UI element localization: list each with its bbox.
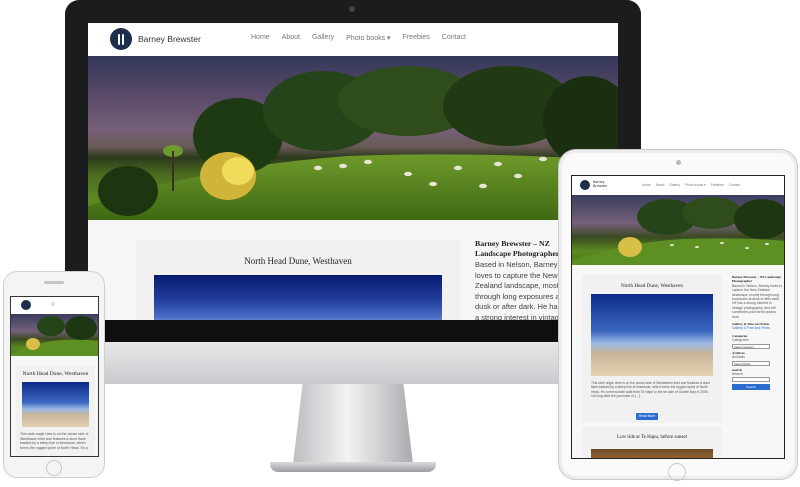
site-header: Barney Brewster Home About Gallery Photo… <box>572 176 784 194</box>
hero-image <box>11 314 98 356</box>
device-mockup-stage: Barney Brewster Home About Gallery Photo… <box>0 0 800 487</box>
tablet-frame: Barney Brewster Home About Gallery Photo… <box>558 149 798 481</box>
site-brand[interactable]: Barney Brewster <box>138 34 201 44</box>
post-card[interactable]: North Head Dune, Westhaven <box>136 240 460 320</box>
camera-icon <box>349 6 355 12</box>
nav-photo-books[interactable]: Photo books ▾ <box>685 183 706 187</box>
monitor-chin <box>65 320 641 342</box>
nav-freebies[interactable]: Freebies <box>403 34 430 42</box>
nav-home[interactable]: Home <box>251 34 270 42</box>
post-excerpt: This wide angle view is on the ocean sid… <box>591 381 711 398</box>
hero-landscape-illustration <box>88 66 618 220</box>
categories-select[interactable]: Select Category <box>732 343 770 349</box>
content-area: North Head Dune, Westhaven Barney Brewst… <box>88 220 618 320</box>
categories-label: Categories <box>732 338 749 343</box>
content-area: North Head Dune, Westhaven This wide ang… <box>11 356 98 456</box>
phone-screen: ≡ North Head Dune, Westhaven This wide a… <box>10 296 99 457</box>
read-more-button[interactable]: Read More <box>636 413 658 420</box>
nav-photo-books[interactable]: Photo books ▾ <box>346 34 390 42</box>
sidebar: Barney Brewster – NZ Landscape Photograp… <box>732 275 782 391</box>
post-card[interactable]: Low tide at Te Hapu, before sunset <box>582 427 722 458</box>
post-title[interactable]: Low tide at Te Hapu, before sunset <box>582 435 722 440</box>
sidebar-bio: Based in Nelson, Barney loves to capture… <box>732 283 782 319</box>
camera-icon <box>676 160 681 165</box>
post-card[interactable]: North Head Dune, Westhaven This wide ang… <box>16 366 95 456</box>
speaker-grille <box>44 281 64 284</box>
post-title[interactable]: North Head Dune, Westhaven <box>136 256 460 266</box>
post-card[interactable]: North Head Dune, Westhaven This wide ang… <box>582 275 722 423</box>
gallery-link[interactable]: Gallery & Fine Arts Prints <box>732 326 782 330</box>
post-title[interactable]: North Head Dune, Westhaven <box>582 283 722 289</box>
desktop-monitor-frame: Barney Brewster Home About Gallery Photo… <box>65 0 641 340</box>
search-label: Search <box>732 371 743 376</box>
hero-image <box>88 56 618 220</box>
hero-image <box>572 195 784 265</box>
nav-contact[interactable]: Contact <box>442 34 466 42</box>
home-button-icon[interactable] <box>46 460 62 476</box>
tablet-screen: Barney Brewster Home About Gallery Photo… <box>571 175 785 459</box>
nav-gallery[interactable]: Gallery <box>669 183 679 187</box>
content-area: North Head Dune, Westhaven This wide ang… <box>572 265 784 458</box>
menu-icon[interactable]: ≡ <box>51 302 55 308</box>
desktop-screen: Barney Brewster Home About Gallery Photo… <box>88 23 618 320</box>
nav-about[interactable]: About <box>656 183 665 187</box>
post-title[interactable]: North Head Dune, Westhaven <box>16 371 95 377</box>
nav-freebies[interactable]: Freebies <box>711 183 724 187</box>
search-input[interactable] <box>732 377 770 383</box>
sidebar-title: Barney Brewster – NZ Landscape Photograp… <box>475 239 560 258</box>
home-button-icon[interactable] <box>668 463 686 481</box>
monitor-base <box>270 462 436 472</box>
post-image[interactable] <box>154 275 442 320</box>
monitor-stand <box>293 384 413 464</box>
logo-icon[interactable] <box>110 28 132 50</box>
post-image[interactable] <box>591 294 713 376</box>
archives-label: Archives <box>732 355 746 360</box>
main-nav: Home About Gallery Photo books ▾ Freebie… <box>251 34 478 42</box>
sidebar-bio: Based in Nelson, Barney loves to capture… <box>475 260 565 320</box>
nav-contact[interactable]: Contact <box>729 183 740 187</box>
nav-about[interactable]: About <box>282 34 300 42</box>
logo-icon[interactable] <box>21 300 31 310</box>
archives-select[interactable]: Select Month <box>732 360 770 366</box>
post-excerpt: This wide angle view is on the ocean sid… <box>20 432 89 450</box>
site-brand[interactable]: Barney Brewster <box>593 180 615 188</box>
main-nav: Home About Gallery Photo books ▾ Freebie… <box>642 183 745 187</box>
monitor-lower-bezel <box>65 342 641 384</box>
hero-landscape-illustration <box>11 316 98 356</box>
sidebar-about: Barney Brewster – NZ Landscape Photograp… <box>475 239 565 320</box>
logo-icon[interactable] <box>580 180 590 190</box>
hero-landscape-illustration <box>572 197 784 265</box>
nav-gallery[interactable]: Gallery <box>312 34 334 42</box>
post-image[interactable] <box>22 382 89 427</box>
sidebar-title: Barney Brewster – NZ Landscape Photograp… <box>732 275 782 284</box>
search-button[interactable]: Search <box>732 384 770 391</box>
nav-home[interactable]: Home <box>642 183 651 187</box>
post-image[interactable] <box>591 449 713 458</box>
site-header: Barney Brewster Home About Gallery Photo… <box>88 23 618 55</box>
phone-frame: ≡ North Head Dune, Westhaven This wide a… <box>3 271 105 478</box>
